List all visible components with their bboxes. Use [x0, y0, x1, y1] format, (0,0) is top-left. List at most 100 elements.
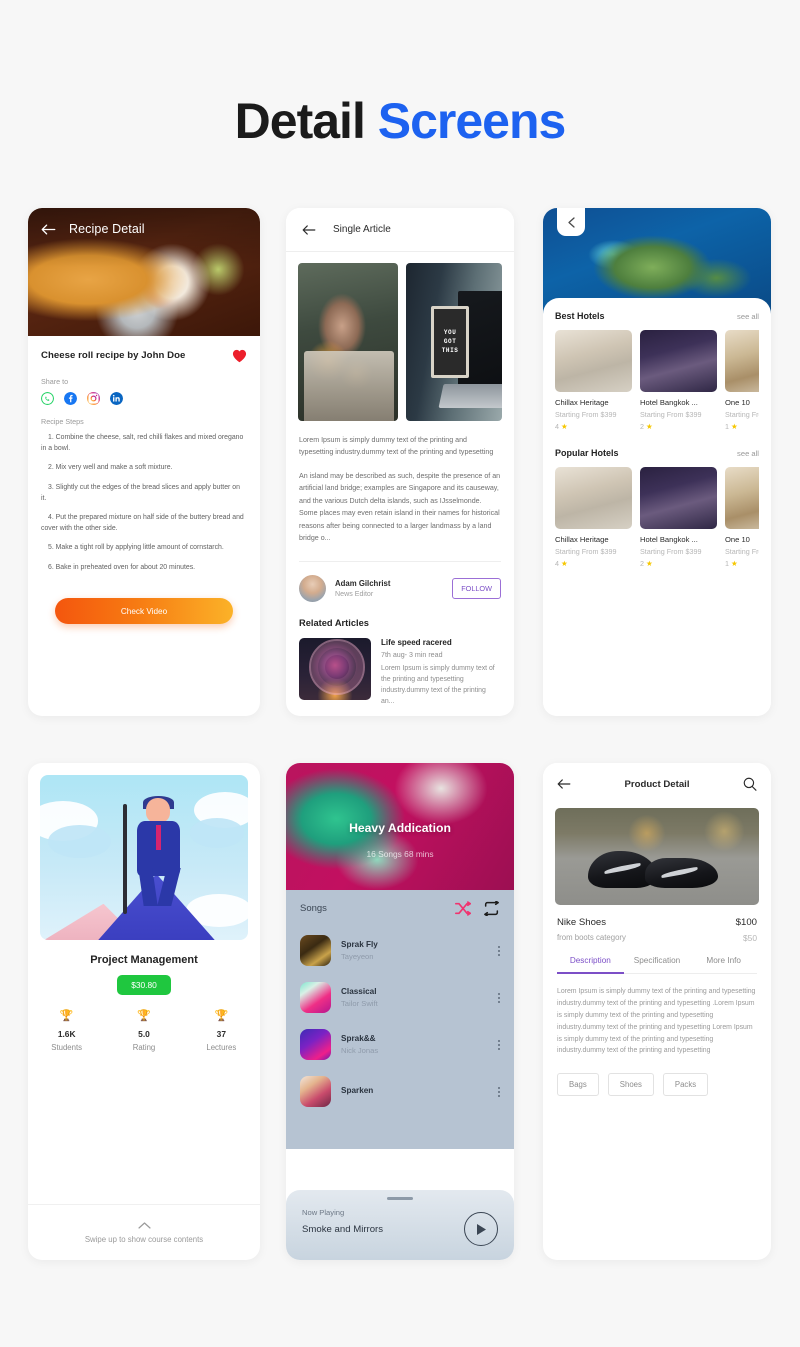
see-all-link[interactable]: see all — [737, 449, 759, 458]
song-name: Sprak Fly — [341, 940, 378, 949]
swipe-up-area[interactable]: Swipe up to show course contents — [28, 1204, 260, 1260]
follow-button[interactable]: FOLLOW — [452, 577, 501, 599]
hotel-rating: 2 ★ — [640, 422, 717, 431]
author-name: Adam Gilchrist — [335, 578, 391, 588]
sign-line: THIS — [441, 347, 459, 355]
song-text: Sparken — [341, 1086, 487, 1098]
related-article-title: Life speed racered — [381, 637, 452, 647]
tab-specification[interactable]: Specification — [624, 956, 691, 974]
recipe-topbar-title: Recipe Detail — [69, 222, 145, 236]
song-row[interactable]: Sparken — [300, 1068, 500, 1115]
song-name: Sparken — [341, 1085, 374, 1095]
hotel-price: Starting From $399 — [725, 410, 759, 419]
author-avatar — [299, 574, 326, 602]
hotel-thumbnail — [725, 467, 759, 529]
hotel-thumbnail — [640, 330, 717, 392]
whatsapp-icon[interactable] — [41, 392, 54, 405]
star-icon: ★ — [646, 422, 653, 431]
tag-packs[interactable]: Packs — [662, 1073, 709, 1097]
back-arrow-icon[interactable] — [302, 224, 316, 236]
song-options-icon[interactable] — [497, 1086, 500, 1097]
popular-hotels-header: Popular Hotels see all — [555, 448, 759, 458]
tab-description[interactable]: Description — [557, 956, 624, 974]
song-artwork — [300, 1076, 331, 1107]
song-artwork — [300, 1029, 331, 1060]
favorite-heart-icon[interactable] — [232, 349, 247, 363]
star-icon: ★ — [731, 559, 738, 568]
album-title: Heavy Addication — [349, 821, 451, 836]
search-icon[interactable] — [743, 777, 757, 791]
article-photo-row: YOU GOT THIS — [286, 252, 514, 421]
tag-bags[interactable]: Bags — [557, 1073, 599, 1097]
hotel-card[interactable]: Hotel Bangkok ... Starting From $399 2 ★ — [640, 330, 717, 431]
play-button[interactable] — [464, 1212, 498, 1246]
now-playing-bar[interactable]: Now Playing Smoke and Mirrors — [286, 1190, 514, 1260]
play-icon — [476, 1223, 486, 1235]
recipe-steps-label: Recipe Steps — [41, 417, 84, 426]
recipe-detail-card: Recipe Detail Cheese roll recipe by John… — [28, 208, 260, 716]
course-title: Project Management — [90, 954, 198, 966]
song-row[interactable]: Sprak Fly Tayeyeon — [300, 927, 500, 974]
sign-line: GOT — [443, 338, 457, 346]
hotel-rating-value: 2 — [640, 559, 644, 568]
hotel-name: One 10 — [725, 398, 750, 407]
product-price-secondary: $50 — [743, 933, 757, 943]
check-video-button[interactable]: Check Video — [55, 598, 233, 624]
hotel-card[interactable]: One 10 Starting From $399 1 ★ — [725, 467, 759, 568]
single-article-card: Single Article YOU GOT THIS Lorem Ipsum … — [286, 208, 514, 716]
drag-handle[interactable] — [387, 1197, 413, 1200]
hotels-card: Best Hotels see all Chillax Heritage Sta… — [543, 208, 771, 716]
recipe-step: 6. Bake in preheated oven for about 20 m… — [48, 563, 196, 571]
hotel-rating-value: 4 — [555, 559, 559, 568]
song-row[interactable]: Classical Tailor Swift — [300, 974, 500, 1021]
trophy-icon: 🏆 — [214, 1010, 229, 1022]
album-cover-image: Heavy Addication 16 Songs 68 mins — [286, 763, 514, 890]
page-title: Detail Screens — [0, 0, 800, 150]
hotel-price: Starting From $399 — [725, 547, 759, 556]
song-artist: Tayeyeon — [341, 952, 374, 961]
tab-more-info[interactable]: More Info — [690, 956, 757, 974]
songs-header-bar: Songs — [286, 890, 514, 927]
product-meta-row: Nike Shoes from boots category $100 $50 — [543, 905, 771, 943]
song-artist: Tailor Swift — [341, 999, 378, 1008]
best-hotels-header: Best Hotels see all — [555, 311, 759, 321]
hotel-rating: 2 ★ — [640, 559, 717, 568]
shuffle-icon[interactable] — [455, 901, 471, 916]
hotel-card[interactable]: Chillax Heritage Starting From $399 4 ★ — [555, 467, 632, 568]
related-article-item[interactable]: Life speed racered 7th aug- 3 min read L… — [299, 637, 501, 708]
recipe-step: 4. Put the prepared mixture on half side… — [41, 513, 244, 533]
course-price-badge[interactable]: $30.80 — [117, 975, 171, 995]
walking-stick-shape — [122, 804, 127, 915]
hotel-thumbnail — [555, 467, 632, 529]
article-paragraph: Lorem Ipsum is simply dummy text of the … — [299, 436, 494, 457]
course-stat: 🏆 37 Lectures — [183, 1010, 260, 1053]
back-arrow-icon[interactable] — [41, 223, 56, 236]
song-options-icon[interactable] — [497, 945, 500, 956]
repeat-icon[interactable] — [483, 901, 500, 916]
hotel-rating-value: 2 — [640, 422, 644, 431]
recipe-steps-list: 1. Combine the cheese, salt, red chilli … — [41, 432, 247, 573]
facebook-icon[interactable] — [64, 392, 77, 405]
popular-hotels-row: Chillax Heritage Starting From $399 4 ★ … — [555, 467, 759, 568]
hotel-card[interactable]: Hotel Bangkok ... Starting From $399 2 ★ — [640, 467, 717, 568]
back-button[interactable] — [557, 208, 585, 236]
linkedin-icon[interactable] — [110, 392, 123, 405]
instagram-icon[interactable] — [87, 392, 100, 405]
star-icon: ★ — [731, 422, 738, 431]
hotel-rating: 4 ★ — [555, 559, 632, 568]
song-row[interactable]: Sprak&& Nick Jonas — [300, 1021, 500, 1068]
hotel-card[interactable]: One 10 Starting From $399 1 ★ — [725, 330, 759, 431]
stat-value: 5.0 — [138, 1029, 150, 1039]
tag-shoes[interactable]: Shoes — [607, 1073, 654, 1097]
product-price-block: $100 $50 — [736, 917, 757, 943]
song-options-icon[interactable] — [497, 1039, 500, 1050]
chevron-left-icon — [567, 217, 575, 228]
hotel-thumbnail — [725, 330, 759, 392]
see-all-link[interactable]: see all — [737, 312, 759, 321]
product-tag-row: Bags Shoes Packs — [543, 1057, 771, 1097]
song-options-icon[interactable] — [497, 992, 500, 1003]
recipe-step: 5. Make a tight roll by applying little … — [48, 544, 224, 552]
hotel-card[interactable]: Chillax Heritage Starting From $399 4 ★ — [555, 330, 632, 431]
back-arrow-icon[interactable] — [557, 778, 571, 790]
hotel-price: Starting From $399 — [640, 410, 702, 419]
